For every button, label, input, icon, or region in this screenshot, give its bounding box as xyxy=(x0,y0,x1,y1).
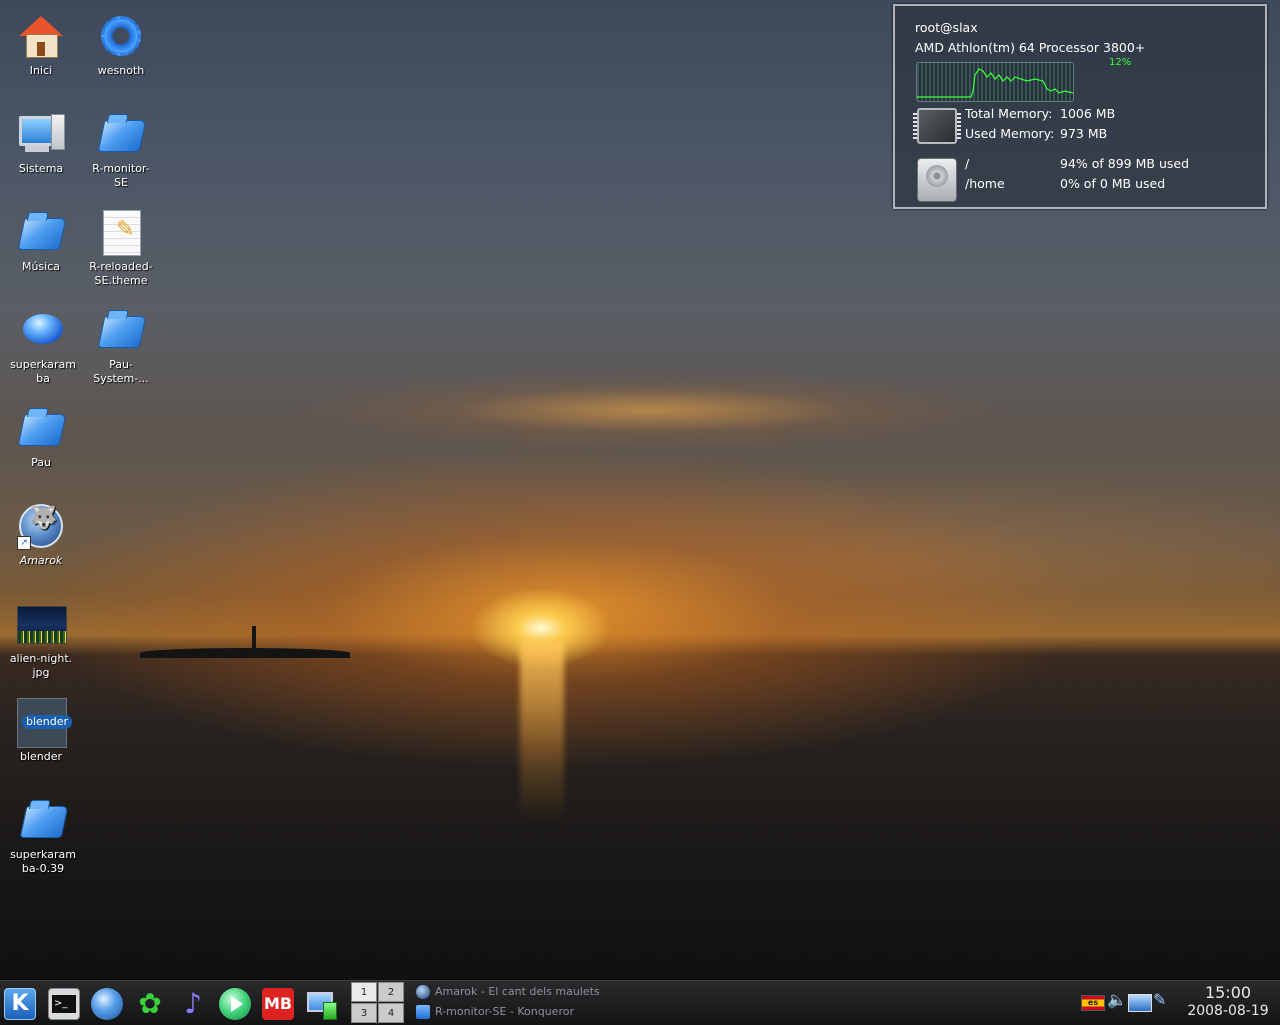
folder-icon xyxy=(97,110,147,158)
desktop-icon-sistema[interactable]: Sistema xyxy=(1,110,81,176)
gear-icon xyxy=(97,12,145,60)
desktop-icon-label: blender xyxy=(19,750,63,763)
display-settings-icon[interactable] xyxy=(1128,994,1152,1012)
task-title: R-monitor-SE - Konqueror xyxy=(435,1005,574,1018)
desktop-icon-pau[interactable]: Pau xyxy=(1,404,81,470)
blender-icon: blender xyxy=(17,698,73,748)
pager-desktop-3[interactable]: 3 xyxy=(351,1003,377,1023)
konsole-icon[interactable] xyxy=(48,988,80,1020)
desktop-icon-superkaramba-0-39[interactable]: superkaram ba-0.39 xyxy=(3,796,83,876)
desktop-icon-label: superkaram ba xyxy=(10,358,76,385)
desktop-icon-blender[interactable]: blender blender xyxy=(1,698,81,764)
home-icon xyxy=(17,12,65,60)
desktop-icon-wesnoth[interactable]: wesnoth xyxy=(81,12,161,78)
folder-icon xyxy=(17,208,67,256)
image-thumbnail-icon xyxy=(17,600,67,648)
kde-menu-icon[interactable]: K xyxy=(4,988,36,1020)
mb-icon[interactable]: MB xyxy=(262,988,294,1020)
klipper-icon[interactable]: ✎ xyxy=(1153,990,1173,1012)
desktop-icon-label: Inici xyxy=(29,64,53,77)
superkaramba-icon xyxy=(19,306,67,354)
system-monitor-widget[interactable]: root@slax AMD Athlon(tm) 64 Processor 38… xyxy=(893,4,1267,209)
task-amarok[interactable]: Amarok - El cant dels maulets xyxy=(416,982,636,1002)
desktop-icon-label: R-monitor- SE xyxy=(92,162,150,189)
amarok-icon: ↗ xyxy=(17,502,65,550)
desktop-icon-label: Música xyxy=(21,260,61,273)
network-icon[interactable] xyxy=(305,988,337,1020)
desktop-icon-label: wesnoth xyxy=(97,64,145,77)
konqueror-icon[interactable] xyxy=(91,988,123,1020)
desktop-icon-label: Pau xyxy=(31,456,51,469)
volume-icon[interactable]: 🔈 xyxy=(1107,990,1127,1012)
icq-icon[interactable]: ✿ xyxy=(134,988,166,1020)
folder-icon xyxy=(97,306,147,354)
task-konqueror[interactable]: R-monitor-SE - Konqueror xyxy=(416,1002,636,1022)
amarok-icon xyxy=(416,985,430,999)
desktop-icon-alien-night[interactable]: alien-night. jpg xyxy=(1,600,81,680)
sun-reflection xyxy=(520,640,564,820)
pager-desktop-1[interactable]: 1 xyxy=(351,982,377,1002)
pager-desktop-4[interactable]: 4 xyxy=(378,1003,404,1023)
cpu-usage-graph xyxy=(916,62,1074,102)
disk-usage-home: 0% of 0 MB used xyxy=(1060,176,1166,191)
folder-icon xyxy=(416,1005,430,1019)
disk-mount-home: /home xyxy=(965,176,1005,191)
panel-clock[interactable]: 15:00 2008-08-19 xyxy=(1180,983,1276,1021)
document-icon xyxy=(97,208,145,256)
desktop-icon-musica[interactable]: Música xyxy=(1,208,81,274)
computer-icon xyxy=(17,110,65,158)
disk-mount-root: / xyxy=(965,156,970,171)
hard-disk-icon xyxy=(917,158,957,202)
total-memory-value: 1006 MB xyxy=(1060,106,1116,121)
folder-icon xyxy=(19,796,69,844)
used-memory-value: 973 MB xyxy=(1060,126,1108,141)
disk-usage-root: 94% of 899 MB used xyxy=(1060,156,1190,171)
desktop-icon-superkaramba[interactable]: superkaram ba xyxy=(3,306,83,386)
desktop-pager: 1 2 3 4 xyxy=(351,982,405,1023)
task-title: Amarok - El cant dels maulets xyxy=(435,985,600,998)
cpu-usage: 12% xyxy=(1109,57,1132,68)
lighthouse-silhouette xyxy=(252,626,256,650)
media-player-icon[interactable] xyxy=(219,988,251,1020)
hostname: root@slax xyxy=(915,20,978,35)
desktop-icon-label: alien-night. jpg xyxy=(9,652,73,679)
total-memory-label: Total Memory: xyxy=(965,106,1053,121)
memory-chip-icon xyxy=(913,108,961,144)
cpu-name: AMD Athlon(tm) 64 Processor 3800+ xyxy=(915,40,1146,55)
shortcut-arrow-icon: ↗ xyxy=(17,536,31,550)
desktop-icon-pau-system[interactable]: Pau- System-... xyxy=(81,306,161,386)
clock-time: 15:00 xyxy=(1204,983,1252,1002)
desktop-icon-label: superkaram ba-0.39 xyxy=(10,848,76,875)
pager-desktop-2[interactable]: 2 xyxy=(378,982,404,1002)
desktop-icon-inici[interactable]: Inici xyxy=(1,12,81,78)
folder-icon xyxy=(17,404,67,452)
desktop-icon-label: Amarok xyxy=(19,554,63,567)
keyboard-layout-flag-icon[interactable]: es xyxy=(1081,995,1105,1011)
desktop-icon-r-monitor-se[interactable]: R-monitor- SE xyxy=(81,110,161,190)
desktop-icon-r-reloaded-theme[interactable]: R-reloaded- SE.theme xyxy=(81,208,161,288)
desktop-icon-label: Pau- System-... xyxy=(93,358,149,385)
music-icon[interactable]: ♪ xyxy=(177,988,209,1020)
desktop-icon-amarok[interactable]: ↗ Amarok xyxy=(1,502,81,568)
clock-date: 2008-08-19 xyxy=(1187,1003,1269,1019)
used-memory-label: Used Memory: xyxy=(965,126,1055,141)
desktop-icon-label: R-reloaded- SE.theme xyxy=(89,260,153,287)
island-silhouette xyxy=(140,648,350,658)
desktop-icon-label: Sistema xyxy=(18,162,64,175)
